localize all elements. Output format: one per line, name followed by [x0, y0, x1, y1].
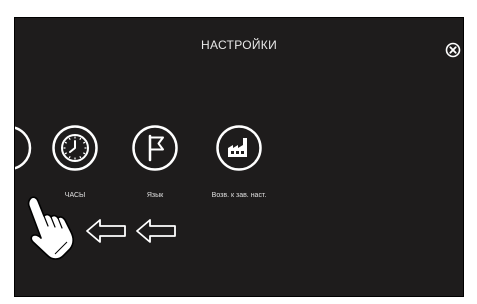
swipe-hand — [21, 194, 79, 269]
partial-circle-icon — [15, 126, 32, 170]
close-circle-icon — [445, 42, 461, 58]
factory-icon — [216, 125, 262, 171]
settings-item-factory-reset[interactable] — [215, 124, 263, 177]
left-arrow-icon — [86, 219, 126, 243]
swipe-arrow-1 — [85, 218, 127, 249]
flag-icon — [132, 125, 178, 171]
left-arrow-icon — [136, 219, 176, 243]
language-label: Язык — [146, 192, 164, 199]
settings-screen: НАСТРОЙКИ ЧАСЫ Язык Возв. к зав. наст. — [14, 17, 464, 297]
settings-item-language[interactable] — [131, 124, 179, 177]
clock-icon — [52, 125, 98, 171]
settings-item-partial[interactable] — [15, 124, 33, 177]
settings-item-clock[interactable] — [51, 124, 99, 177]
pointing-hand-icon — [27, 196, 74, 260]
page-title: НАСТРОЙКИ — [200, 38, 278, 52]
factory-reset-label: Возв. к зав. наст. — [211, 192, 267, 199]
swipe-arrow-2 — [135, 218, 177, 249]
close-button[interactable] — [445, 42, 461, 58]
